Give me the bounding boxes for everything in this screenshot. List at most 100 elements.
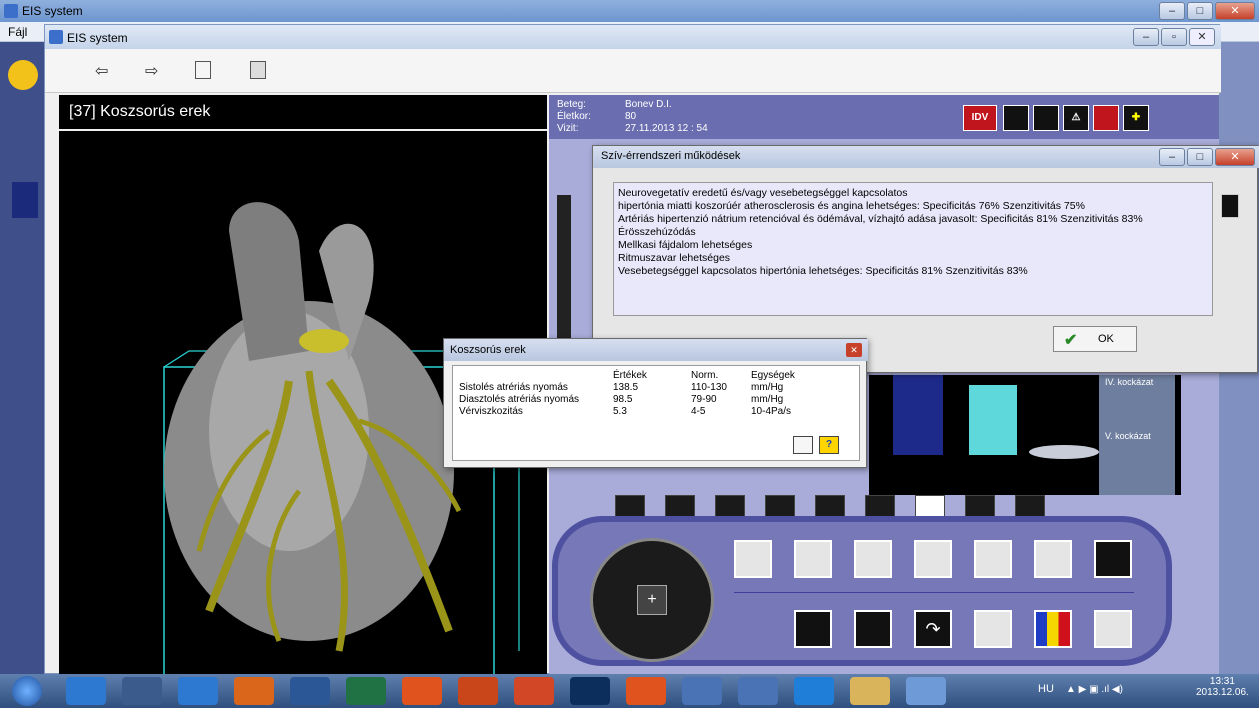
taskbar-app-2[interactable]: [122, 677, 162, 705]
finding-line: Neurovegetatív eredetű és/vagy vesebeteg…: [618, 187, 908, 199]
firefox-icon[interactable]: [234, 677, 274, 705]
excel-icon[interactable]: [346, 677, 386, 705]
body-blue-button[interactable]: [914, 540, 952, 578]
finding-line: Mellkasi fájdalom lehetséges: [618, 239, 753, 251]
clock[interactable]: 13:31 2013.12.06.: [1196, 676, 1249, 698]
taskbar-app-11[interactable]: [626, 677, 666, 705]
body-button[interactable]: [854, 540, 892, 578]
menu-file[interactable]: Fájl: [8, 25, 27, 39]
values-table: Értékek Norm. Egységek Sistolés atrériás…: [452, 365, 860, 461]
media-icon[interactable]: [402, 677, 442, 705]
ie-icon[interactable]: [178, 677, 218, 705]
brain-button[interactable]: [734, 540, 772, 578]
food-button[interactable]: [974, 610, 1012, 648]
warning-icon-button[interactable]: ⚠: [1063, 105, 1089, 131]
page-icon[interactable]: [1221, 194, 1239, 218]
dialog-minimize-button[interactable]: –: [1159, 148, 1185, 166]
dialog-close-button[interactable]: ✕: [1215, 148, 1255, 166]
explorer-icon[interactable]: [850, 677, 890, 705]
body-front-button[interactable]: [1094, 610, 1132, 648]
row-unit: 10-4Pa/s: [751, 406, 792, 417]
close-button[interactable]: ✕: [1215, 2, 1255, 20]
row-norm: 4-5: [691, 406, 706, 417]
powerpoint-icon[interactable]: [514, 677, 554, 705]
clock-time: 13:31: [1209, 676, 1235, 687]
inner-close-button[interactable]: ✕: [1189, 28, 1215, 46]
taskbar-app-13[interactable]: [738, 677, 778, 705]
cd-icon-button[interactable]: [1093, 105, 1119, 131]
maximize-button[interactable]: □: [1187, 2, 1213, 20]
list-icon-button[interactable]: [1003, 105, 1029, 131]
chart-bar-cyan: [969, 385, 1017, 455]
gantt-button[interactable]: [794, 610, 832, 648]
color-chart-button[interactable]: [1034, 610, 1072, 648]
skype-icon[interactable]: [794, 677, 834, 705]
patient-age: 80: [625, 111, 637, 122]
start-button[interactable]: [12, 676, 42, 706]
clock-date: 2013.12.06.: [1196, 687, 1249, 698]
row-name: Vérviszkozitás: [459, 406, 523, 417]
tray-icons[interactable]: ▲ ▶ ▣ .ıl ◀): [1066, 684, 1123, 695]
taskbar-app-1[interactable]: [66, 677, 106, 705]
waveform-button[interactable]: [854, 610, 892, 648]
page-title: [37] Koszsorús erek: [59, 95, 547, 129]
eis-taskbar-icon[interactable]: [906, 677, 946, 705]
chart-bar-blue: [893, 375, 943, 455]
finding-line: Vesebetegséggel kapcsolatos hipertónia l…: [618, 265, 1028, 277]
help-icon[interactable]: ?: [819, 436, 839, 454]
patient-age-label: Életkor:: [557, 111, 591, 122]
word-icon[interactable]: [290, 677, 330, 705]
finding-line: Ritmuszavar lehetséges: [618, 252, 731, 264]
patient-name-label: Beteg:: [557, 99, 586, 110]
coronary-values-dialog: Koszsorús erek ✕ Értékek Norm. Egységek …: [443, 338, 868, 468]
photoshop-icon[interactable]: [570, 677, 610, 705]
check-icon: ✔: [1064, 332, 1078, 349]
dialog-title: Szív-érrendszeri működések: [601, 150, 741, 162]
idv-button[interactable]: IDV: [963, 105, 997, 131]
inner-title-bar: EIS system – ▫ ✕: [45, 25, 1221, 49]
inner-restore-button[interactable]: ▫: [1161, 28, 1187, 46]
minimize-button[interactable]: –: [1159, 2, 1185, 20]
dialog-title-bar: Szív-érrendszeri működések – □ ✕: [593, 146, 1259, 168]
chart-disc: [1029, 445, 1099, 459]
microscope-button[interactable]: [1034, 540, 1072, 578]
app-logo-icon: [8, 60, 38, 90]
row-value: 5.3: [613, 406, 627, 417]
burner-icon[interactable]: [458, 677, 498, 705]
small-dialog-close-button[interactable]: ✕: [846, 343, 862, 357]
bar-chart-icon-button[interactable]: [1033, 105, 1059, 131]
small-dialog-title-bar: Koszsorús erek ✕: [444, 339, 868, 361]
inner-window-controls: – ▫ ✕: [1133, 28, 1215, 46]
header-values: Értékek: [613, 370, 647, 381]
control-console: + ↷: [552, 516, 1172, 666]
refresh-icon[interactable]: [195, 61, 211, 79]
risk-legend: IV. kockázat V. kockázat: [1099, 375, 1175, 495]
finding-line: Érösszehúzódás: [618, 226, 696, 238]
findings-list: Neurovegetatív eredetű és/vagy vesebeteg…: [613, 182, 1213, 316]
undo-button[interactable]: ↷: [914, 610, 952, 648]
ok-button[interactable]: ✔ OK: [1053, 326, 1137, 352]
row-name: Sistolés atrériás nyomás: [459, 382, 568, 393]
cross-icon-button[interactable]: ✚: [1123, 105, 1149, 131]
document-button[interactable]: [1094, 540, 1132, 578]
back-button[interactable]: ⇦: [95, 61, 108, 81]
finding-line: Artériás hipertenzió nátrium retencióval…: [618, 213, 1143, 225]
forward-button[interactable]: ⇨: [145, 61, 158, 81]
console-divider: [734, 592, 1134, 593]
header-norm: Norm.: [691, 370, 719, 381]
navigation-dial[interactable]: +: [590, 538, 714, 662]
dialog-window-controls: – □ ✕: [1159, 148, 1255, 166]
exit-icon[interactable]: [793, 436, 813, 454]
copy-icon[interactable]: [250, 61, 266, 79]
toolbar: ⇦ ⇨: [45, 49, 1221, 93]
dialog-maximize-button[interactable]: □: [1187, 148, 1213, 166]
brain-scan-button[interactable]: [974, 540, 1012, 578]
inner-minimize-button[interactable]: –: [1133, 28, 1159, 46]
language-indicator[interactable]: HU: [1038, 683, 1054, 695]
zoom-plus-button[interactable]: +: [637, 585, 667, 615]
taskbar-app-12[interactable]: [682, 677, 722, 705]
row-unit: mm/Hg: [751, 394, 784, 405]
patient-info-bar: Beteg: Bonev D.I. Életkor: 80 Vizit: 27.…: [549, 95, 1219, 139]
heart-button[interactable]: [794, 540, 832, 578]
row-value: 98.5: [613, 394, 633, 405]
